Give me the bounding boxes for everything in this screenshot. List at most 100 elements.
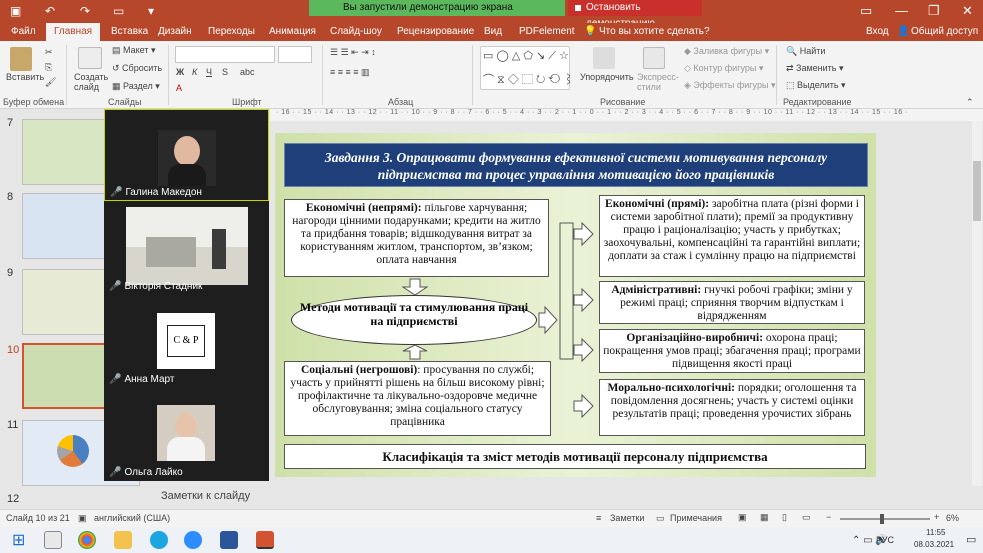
share-button[interactable]: Общий доступ <box>911 26 978 37</box>
file-explorer-icon[interactable] <box>114 531 132 549</box>
reset-button[interactable]: ↺ Сбросить <box>112 63 162 74</box>
notes-pane[interactable]: Заметки к слайду <box>153 486 983 508</box>
windows-start-icon[interactable]: ⊞ <box>12 530 25 550</box>
font-name-select[interactable] <box>175 46 275 63</box>
tab-animations[interactable]: Анимация <box>269 26 316 37</box>
group-clipboard: Буфер обмена <box>3 97 65 107</box>
zoom-slider[interactable] <box>840 514 930 524</box>
participant-name: 🎤 Анна Март <box>109 374 174 385</box>
quick-styles-button[interactable]: Экспресс-стили <box>637 72 679 92</box>
shape-fill-button[interactable]: ◆ Заливка фигуры ▾ <box>684 46 769 57</box>
select-button[interactable]: ⬚ Выделить ▾ <box>786 80 846 91</box>
underline-button[interactable]: Ч <box>206 67 212 77</box>
format-painter-icon[interactable]: 🖌 <box>45 77 56 88</box>
font-size-select[interactable] <box>278 46 312 63</box>
paste-icon[interactable] <box>10 47 32 71</box>
redo-icon[interactable]: ↷ <box>80 4 90 18</box>
strikethrough-button[interactable]: abc <box>240 67 255 77</box>
slide-sorter-icon[interactable]: ▦ <box>760 512 769 523</box>
customize-toolbar-icon[interactable]: ▾ <box>148 4 154 18</box>
comments-button[interactable]: Примечания <box>670 513 722 523</box>
minimize-button[interactable]: — <box>895 3 908 18</box>
participant-tile[interactable]: 🎤 Вікторія Стадник <box>104 202 269 294</box>
vertical-scrollbar[interactable] <box>972 121 982 486</box>
zoom-app-icon[interactable] <box>184 531 202 549</box>
chrome-icon[interactable] <box>78 531 96 549</box>
slideshow-start-icon[interactable]: ▭ <box>113 4 124 18</box>
language-indicator[interactable]: английский (США) <box>94 513 170 523</box>
bullets-icon[interactable]: ☰ ☰ ⇤ ⇥ ↕ <box>330 47 376 58</box>
paste-button[interactable]: Вставить <box>6 72 44 82</box>
undo-icon[interactable]: ↶ <box>45 4 55 18</box>
slide-canvas[interactable]: Завдання 3. Опрацювати формування ефекти… <box>275 133 876 477</box>
new-slide-icon[interactable] <box>78 47 102 69</box>
section-label: Раздел <box>123 81 153 91</box>
reading-view-icon[interactable]: ▯ <box>782 512 787 523</box>
powerpoint-icon[interactable] <box>256 531 274 549</box>
share-icon[interactable]: 👤 <box>897 26 909 37</box>
bold-button[interactable]: Ж <box>176 67 184 77</box>
layout-button[interactable]: ▤ Макет ▾ <box>112 45 156 56</box>
find-button[interactable]: 🔍 Найти <box>786 46 825 57</box>
notes-button[interactable]: Заметки <box>610 513 644 523</box>
tab-pdfelement[interactable]: PDFelement <box>519 26 575 37</box>
section-button[interactable]: ▦ Раздел ▾ <box>112 81 160 92</box>
normal-view-icon[interactable]: ▣ <box>738 512 747 523</box>
tab-file[interactable]: Файл <box>11 26 36 37</box>
word-icon[interactable] <box>220 531 238 549</box>
restore-button[interactable]: ❐ <box>928 3 940 19</box>
tab-review[interactable]: Рецензирование <box>397 26 474 37</box>
group-drawing: Рисование <box>600 97 646 107</box>
replace-button[interactable]: ⇄ Заменить ▾ <box>786 63 844 74</box>
tab-home[interactable]: Главная <box>46 23 101 41</box>
arrange-button[interactable]: Упорядочить <box>580 72 634 82</box>
new-slide-button[interactable]: Создать слайд <box>74 72 110 92</box>
tab-insert[interactable]: Вставка <box>111 26 148 37</box>
quick-styles-icon[interactable] <box>643 47 665 69</box>
comments-icon[interactable]: ▭ <box>656 513 665 524</box>
shadow-button[interactable]: S <box>222 67 228 77</box>
shape-outline-button[interactable]: ◇ Контур фигуры ▾ <box>684 63 763 74</box>
signin-link[interactable]: Вход <box>866 26 889 37</box>
cut-icon[interactable]: ✂ <box>45 47 53 58</box>
tab-design[interactable]: Дизайн <box>158 26 192 37</box>
clock-date[interactable]: 08.03.2021 <box>914 540 954 549</box>
participant-name-text: Вікторія Стадник <box>124 281 203 292</box>
font-color-button[interactable]: A <box>176 83 182 93</box>
keyboard-language[interactable]: РУС <box>876 535 894 545</box>
notes-placeholder[interactable]: Заметки к слайду <box>161 490 250 502</box>
notes-icon[interactable]: ≡ <box>596 513 601 523</box>
edge-icon[interactable] <box>150 531 168 549</box>
windows-taskbar: ⊞ ⌃ ▭ 🔊 РУС 11:55 08.03.2021 ▭ <box>0 527 983 553</box>
tab-transitions[interactable]: Переходы <box>208 26 255 37</box>
arrange-icon[interactable] <box>593 47 615 69</box>
save-icon[interactable]: ▣ <box>10 4 21 18</box>
clock-time[interactable]: 11:55 <box>926 528 945 537</box>
notifications-icon[interactable]: ▭ <box>966 533 976 546</box>
tell-me-input[interactable]: Что вы хотите сделать? <box>599 26 710 37</box>
spellcheck-icon[interactable]: ▣ <box>78 513 87 524</box>
align-icons[interactable]: ≡ ≡ ≡ ≡ ▥ <box>330 67 370 78</box>
zoom-level[interactable]: 6% <box>946 513 959 523</box>
stop-share-button[interactable]: Остановить демонстрацию <box>568 0 702 29</box>
participant-tile[interactable]: 🎤 Галина Македон <box>104 109 269 201</box>
italic-button[interactable]: К <box>192 67 197 77</box>
close-button[interactable]: ✕ <box>962 3 973 19</box>
participant-tile[interactable]: C & P 🎤 Анна Март <box>104 295 269 387</box>
tab-slideshow[interactable]: Слайд-шоу <box>330 26 382 37</box>
task-view-icon[interactable] <box>44 531 62 549</box>
scrollbar-thumb[interactable] <box>973 161 981 221</box>
shape-effects-button[interactable]: ◈ Эффекты фигуры ▾ <box>684 80 775 91</box>
collapse-ribbon-icon[interactable]: ⌃ <box>966 97 974 108</box>
participant-tile[interactable]: 🎤 Ольга Лайко <box>104 388 269 480</box>
zoom-slider-thumb[interactable] <box>880 514 884 524</box>
ribbon-options-icon[interactable]: ▭ <box>860 3 872 19</box>
copy-icon[interactable]: ⎘ <box>45 62 52 73</box>
thumb-number: 10 <box>7 344 20 356</box>
tab-view[interactable]: Вид <box>484 26 502 37</box>
zoom-out-icon[interactable]: − <box>826 512 831 522</box>
slide-footer-caption[interactable]: Класифікація та зміст методів мотивації … <box>284 444 866 469</box>
classroom-desks <box>146 237 196 267</box>
zoom-in-icon[interactable]: + <box>934 512 939 522</box>
slideshow-view-icon[interactable]: ▭ <box>802 512 811 523</box>
